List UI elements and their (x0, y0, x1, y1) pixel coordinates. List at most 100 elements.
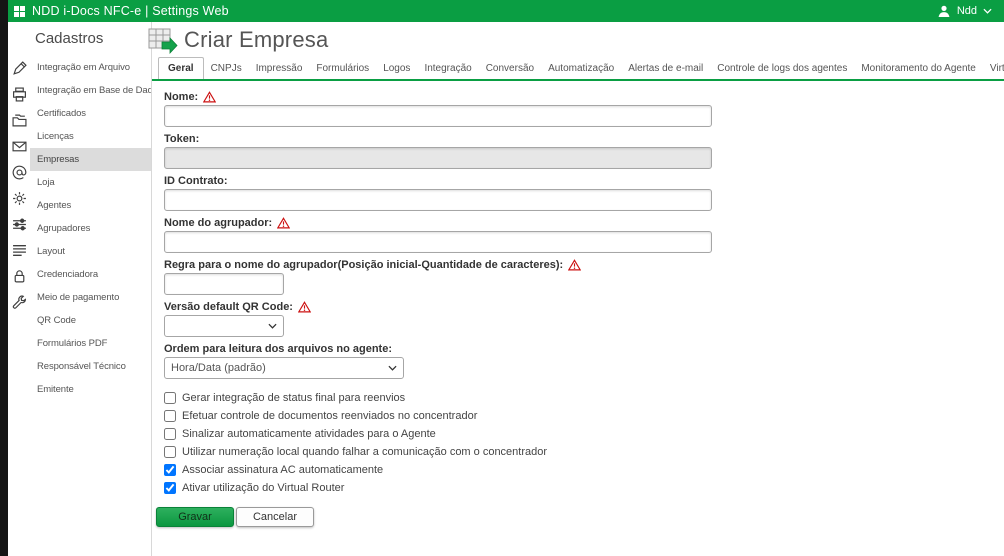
checkbox-sinalizar-atividades[interactable] (164, 428, 176, 440)
ordem-leitura-label: Ordem para leitura dos arquivos no agent… (164, 343, 1004, 355)
nome-input[interactable] (164, 105, 712, 127)
sidebar-item-licencas[interactable]: Licenças (30, 125, 151, 148)
tab-controle-de-logs-dos-agentes[interactable]: Controle de logs dos agentes (710, 57, 854, 79)
ordem-leitura-select[interactable]: Hora/Data (padrão) (164, 357, 404, 379)
checkbox-row-numeracao-local[interactable]: Utilizar numeração local quando falhar a… (164, 443, 1004, 461)
sidebar-menu: Integração em Arquivo Integração em Base… (30, 53, 151, 556)
checkbox-label: Sinalizar automaticamente atividades par… (182, 428, 436, 440)
warning-icon (277, 217, 290, 229)
checkbox-label: Efetuar controle de documentos reenviado… (182, 410, 477, 422)
nome-agrupador-input[interactable] (164, 231, 712, 253)
tab-alertas-de-email[interactable]: Alertas de e-mail (621, 57, 710, 79)
checkbox-controle-reenviados[interactable] (164, 410, 176, 422)
tab-cnpjs[interactable]: CNPJs (204, 57, 249, 79)
create-company-icon (146, 25, 178, 55)
regra-agrupador-label: Regra para o nome do agrupador(Posição i… (164, 259, 1004, 271)
cancel-button[interactable]: Cancelar (236, 507, 314, 527)
checkbox-virtual-router[interactable] (164, 482, 176, 494)
checkbox-label: Utilizar numeração local quando falhar a… (182, 446, 547, 458)
versao-qr-label: Versão default QR Code: (164, 301, 1004, 313)
nome-label-text: Nome: (164, 91, 198, 103)
page-title: Criar Empresa (184, 27, 328, 53)
checkbox-row-status-final-reenvios[interactable]: Gerar integração de status final para re… (164, 389, 1004, 407)
sidebar-item-integracao-em-arquivo[interactable]: Integração em Arquivo (30, 56, 151, 79)
sidebar-item-empresas[interactable]: Empresas (30, 148, 151, 171)
sidebar: Cadastros Integr (8, 22, 152, 556)
sidebar-item-loja[interactable]: Loja (30, 171, 151, 194)
tab-impressao[interactable]: Impressão (249, 57, 310, 79)
token-label: Token: (164, 133, 1004, 145)
checkbox-label: Associar assinatura AC automaticamente (182, 464, 383, 476)
checkbox-row-assinatura-ac[interactable]: Associar assinatura AC automaticamente (164, 461, 1004, 479)
tab-geral[interactable]: Geral (158, 57, 204, 81)
warning-icon (203, 91, 216, 103)
checkbox-label: Gerar integração de status final para re… (182, 392, 405, 404)
versao-qr-select[interactable] (164, 315, 284, 337)
checkbox-numeracao-local[interactable] (164, 446, 176, 458)
tab-formularios[interactable]: Formulários (309, 57, 376, 79)
sidebar-icon-rail (8, 53, 30, 556)
tab-automatizacao[interactable]: Automatização (541, 57, 621, 79)
user-name: Ndd (957, 5, 977, 17)
topbar: NDD i-Docs NFC-e | Settings Web Ndd (8, 0, 1004, 22)
sidebar-item-meio-de-pagamento[interactable]: Meio de pagamento (30, 286, 151, 309)
sliders-icon (12, 217, 27, 232)
checkbox-row-controle-reenviados[interactable]: Efetuar controle de documentos reenviado… (164, 407, 1004, 425)
lock-icon (12, 269, 27, 284)
left-edge-strip (0, 0, 8, 556)
app-window: NDD i-Docs NFC-e | Settings Web Ndd Cada… (0, 0, 1004, 556)
tools-icon (12, 61, 27, 76)
chevron-down-icon (388, 365, 397, 371)
chevron-down-icon (983, 8, 992, 14)
user-menu[interactable]: Ndd (937, 4, 1004, 18)
list-icon (12, 243, 27, 258)
mail-icon (12, 139, 27, 154)
sidebar-item-integracao-em-base-de-dados[interactable]: Integração em Base de Dados (30, 79, 151, 102)
user-icon (937, 4, 951, 18)
sidebar-item-formularios-pdf[interactable]: Formulários PDF (30, 332, 151, 355)
ordem-leitura-label-text: Ordem para leitura dos arquivos no agent… (164, 343, 392, 355)
nome-label: Nome: (164, 91, 1004, 103)
sidebar-item-responsavel-tecnico[interactable]: Responsável Técnico (30, 355, 151, 378)
token-label-text: Token: (164, 133, 199, 145)
at-icon (12, 165, 27, 180)
checkbox-status-final-reenvios[interactable] (164, 392, 176, 404)
checkbox-assinatura-ac[interactable] (164, 464, 176, 476)
id-contrato-label: ID Contrato: (164, 175, 1004, 187)
nome-agrupador-label: Nome do agrupador: (164, 217, 1004, 229)
app-title: NDD i-Docs NFC-e | Settings Web (32, 4, 229, 18)
checkbox-row-virtual-router[interactable]: Ativar utilização do Virtual Router (164, 479, 1004, 497)
sidebar-item-agentes[interactable]: Agentes (30, 194, 151, 217)
warning-icon (568, 259, 581, 271)
wrench-icon (12, 295, 27, 310)
sidebar-item-qr-code[interactable]: QR Code (30, 309, 151, 332)
nome-agrupador-label-text: Nome do agrupador: (164, 217, 272, 229)
id-contrato-label-text: ID Contrato: (164, 175, 228, 187)
tab-conversao[interactable]: Conversão (479, 57, 541, 79)
sidebar-item-layout[interactable]: Layout (30, 240, 151, 263)
ordem-leitura-value: Hora/Data (padrão) (171, 362, 266, 374)
chevron-down-icon (268, 323, 277, 329)
tab-virtual-router[interactable]: Virtual Router (983, 57, 1004, 79)
regra-agrupador-label-text: Regra para o nome do agrupador(Posição i… (164, 259, 563, 271)
folders-icon (12, 113, 27, 128)
sidebar-heading: Cadastros (8, 22, 151, 53)
printer-icon (12, 87, 27, 102)
sidebar-item-credenciadora[interactable]: Credenciadora (30, 263, 151, 286)
tab-integracao[interactable]: Integração (417, 57, 478, 79)
regra-agrupador-input[interactable] (164, 273, 284, 295)
sidebar-item-agrupadores[interactable]: Agrupadores (30, 217, 151, 240)
app-logo-icon (14, 6, 25, 17)
options-group: Gerar integração de status final para re… (164, 389, 1004, 497)
checkbox-row-sinalizar-atividades[interactable]: Sinalizar automaticamente atividades par… (164, 425, 1004, 443)
tab-logos[interactable]: Logos (376, 57, 417, 79)
gear-icon (12, 191, 27, 206)
company-form: Nome: Token: ID Contrato: (152, 81, 1004, 527)
sidebar-item-emitente[interactable]: Emitente (30, 378, 151, 401)
sidebar-item-certificados[interactable]: Certificados (30, 102, 151, 125)
page-header: Criar Empresa (146, 22, 1004, 55)
save-button[interactable]: Gravar (156, 507, 234, 527)
token-input (164, 147, 712, 169)
tab-monitoramento-do-agente[interactable]: Monitoramento do Agente (854, 57, 983, 79)
id-contrato-input[interactable] (164, 189, 712, 211)
